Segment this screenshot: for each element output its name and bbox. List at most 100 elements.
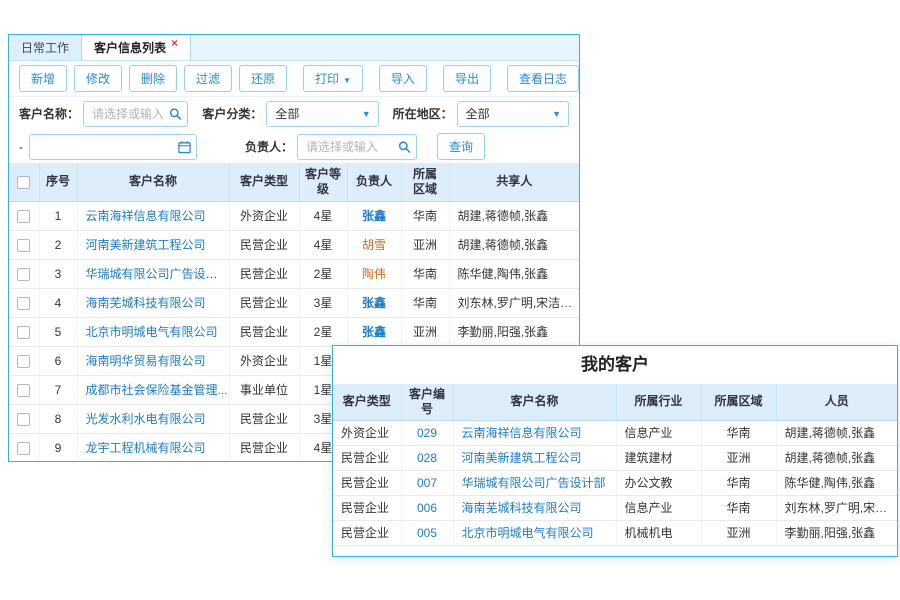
tab-daily-work[interactable]: 日常工作 (9, 35, 82, 60)
customer-name-link[interactable]: 海南芜城科技有限公司 (86, 296, 206, 310)
manager-link[interactable]: 胡雪 (362, 238, 386, 252)
close-tab-icon[interactable]: × (171, 36, 178, 50)
table-row[interactable]: 2 河南美新建筑工程公司 民营企业 4星 胡雪 亚洲 胡建,蒋德帧,张鑫 (9, 230, 579, 259)
add-button[interactable]: 新增 (19, 65, 67, 92)
cell-no: 8 (39, 404, 77, 433)
caret-down-icon: ▼ (552, 109, 561, 119)
table-row[interactable]: 民营企业 007 华瑞城有限公司广告设计部 办公文教 华南 陈华健,陶伟,张鑫 (333, 470, 897, 495)
customer-code-link[interactable]: 029 (417, 426, 437, 440)
cell-shared: 李勤丽,阳强,张鑫 (449, 317, 579, 346)
table-row[interactable]: 外资企业 029 云南海祥信息有限公司 信息产业 华南 胡建,蒋德帧,张鑫 (333, 420, 897, 445)
cell-type: 外资企业 (229, 201, 299, 230)
manager-link[interactable]: 张鑫 (362, 296, 386, 310)
view-log-button[interactable]: 查看日志 (507, 65, 579, 92)
cell-level: 4星 (299, 201, 347, 230)
calendar-icon[interactable] (178, 140, 191, 153)
cell-industry: 信息产业 (616, 495, 701, 520)
header-region: 所属区域 (701, 384, 776, 420)
cell-region: 亚洲 (401, 230, 449, 259)
customer-name-link[interactable]: 成都市社会保险基金管理... (86, 383, 228, 397)
cell-type: 民营企业 (229, 317, 299, 346)
row-checkbox[interactable] (17, 297, 30, 310)
customer-name-link[interactable]: 海南芜城科技有限公司 (462, 501, 582, 515)
select-all-checkbox[interactable] (17, 176, 30, 189)
table-row[interactable]: 1 云南海祥信息有限公司 外资企业 4星 张鑫 华南 胡建,蒋德帧,张鑫 (9, 201, 579, 230)
manager-label: 负责人： (245, 138, 293, 155)
customer-name-link[interactable]: 云南海祥信息有限公司 (462, 426, 582, 440)
row-checkbox[interactable] (17, 268, 30, 281)
district-label: 所在地区： (393, 105, 453, 122)
customer-name-link[interactable]: 光发水利水电有限公司 (86, 412, 206, 426)
customer-name-link[interactable]: 华瑞城有限公司广告设计部 (462, 476, 606, 490)
cell-region: 华南 (401, 201, 449, 230)
customer-name-link[interactable]: 河南美新建筑工程公司 (462, 451, 582, 465)
table-row[interactable]: 4 海南芜城科技有限公司 民营企业 3星 张鑫 华南 刘东林,罗广明,宋洁然,张… (9, 288, 579, 317)
category-select[interactable]: 全部 ▼ (266, 101, 378, 127)
row-checkbox[interactable] (17, 239, 30, 252)
customer-name-link[interactable]: 龙宇工程机械有限公司 (86, 441, 206, 455)
customer-name-link[interactable]: 云南海祥信息有限公司 (86, 209, 206, 223)
my-customers-header-row: 客户类型 客户编 号 客户名称 所属行业 所属区域 人员 (333, 384, 897, 420)
cell-region: 华南 (701, 470, 776, 495)
search-icon[interactable] (398, 140, 411, 153)
table-row[interactable]: 民营企业 005 北京市明城电气有限公司 机械机电 亚洲 李勤丽,阳强,张鑫 (333, 520, 897, 545)
customer-code-link[interactable]: 005 (417, 526, 437, 540)
cell-level: 3星 (299, 288, 347, 317)
my-customers-table: 客户类型 客户编 号 客户名称 所属行业 所属区域 人员 外资企业 029 云南… (333, 384, 897, 546)
restore-button[interactable]: 还原 (239, 65, 287, 92)
row-checkbox[interactable] (17, 413, 30, 426)
filter-row-2: - 负责人： 查询 (9, 130, 579, 163)
cell-type: 民营企业 (229, 230, 299, 259)
cell-people: 胡建,蒋德帧,张鑫 (776, 445, 897, 470)
cell-no: 3 (39, 259, 77, 288)
customer-name-link[interactable]: 北京市明城电气有限公司 (86, 325, 218, 339)
customer-name-link[interactable]: 北京市明城电气有限公司 (462, 526, 594, 540)
cell-no: 6 (39, 346, 77, 375)
customer-code-link[interactable]: 006 (417, 501, 437, 515)
row-checkbox[interactable] (17, 355, 30, 368)
district-select[interactable]: 全部 ▼ (457, 101, 569, 127)
edit-button[interactable]: 修改 (74, 65, 122, 92)
cell-no: 1 (39, 201, 77, 230)
cell-no: 7 (39, 375, 77, 404)
search-icon[interactable] (169, 107, 182, 120)
cell-type: 民营企业 (333, 445, 401, 470)
customer-name-link[interactable]: 海南明华贸易有限公司 (86, 354, 206, 368)
cell-people: 李勤丽,阳强,张鑫 (776, 520, 897, 545)
print-button[interactable]: 打印▼ (303, 65, 363, 92)
header-shared: 共享人 (449, 163, 579, 201)
category-label: 客户分类： (202, 105, 262, 122)
toolbar: 新增 修改 删除 过滤 还原 打印▼ 导入 导出 查看日志 (9, 61, 579, 97)
table-row[interactable]: 民营企业 006 海南芜城科技有限公司 信息产业 华南 刘东林,罗广明,宋洁然.… (333, 495, 897, 520)
cell-region: 亚洲 (701, 520, 776, 545)
export-button[interactable]: 导出 (443, 65, 491, 92)
row-checkbox[interactable] (17, 384, 30, 397)
category-value: 全部 (275, 105, 299, 122)
row-checkbox[interactable] (17, 210, 30, 223)
date-range-dash: - (19, 140, 23, 154)
cell-no: 5 (39, 317, 77, 346)
select-all-header (9, 163, 39, 201)
tab-customer-list[interactable]: 客户信息列表 × (82, 35, 191, 60)
header-level: 客户等 级 (299, 163, 347, 201)
manager-link[interactable]: 张鑫 (362, 325, 386, 339)
manager-link[interactable]: 陶伟 (362, 267, 386, 281)
row-checkbox[interactable] (17, 326, 30, 339)
cell-type: 民营企业 (229, 404, 299, 433)
cell-type: 外资企业 (229, 346, 299, 375)
table-row[interactable]: 5 北京市明城电气有限公司 民营企业 2星 张鑫 亚洲 李勤丽,阳强,张鑫 (9, 317, 579, 346)
cell-level: 4星 (299, 230, 347, 259)
customer-name-link[interactable]: 华瑞城有限公司广告设计部 (86, 267, 230, 281)
import-button[interactable]: 导入 (379, 65, 427, 92)
manager-link[interactable]: 张鑫 (362, 209, 386, 223)
filter-button[interactable]: 过滤 (184, 65, 232, 92)
query-button[interactable]: 查询 (437, 133, 485, 160)
delete-button[interactable]: 删除 (129, 65, 177, 92)
row-checkbox[interactable] (17, 442, 30, 455)
customer-code-link[interactable]: 007 (417, 476, 437, 490)
customer-name-link[interactable]: 河南美新建筑工程公司 (86, 238, 206, 252)
table-row[interactable]: 3 华瑞城有限公司广告设计部 民营企业 2星 陶伟 华南 陈华健,陶伟,张鑫 (9, 259, 579, 288)
date-input[interactable] (29, 134, 197, 160)
customer-code-link[interactable]: 028 (417, 451, 437, 465)
table-row[interactable]: 民营企业 028 河南美新建筑工程公司 建筑建材 亚洲 胡建,蒋德帧,张鑫 (333, 445, 897, 470)
